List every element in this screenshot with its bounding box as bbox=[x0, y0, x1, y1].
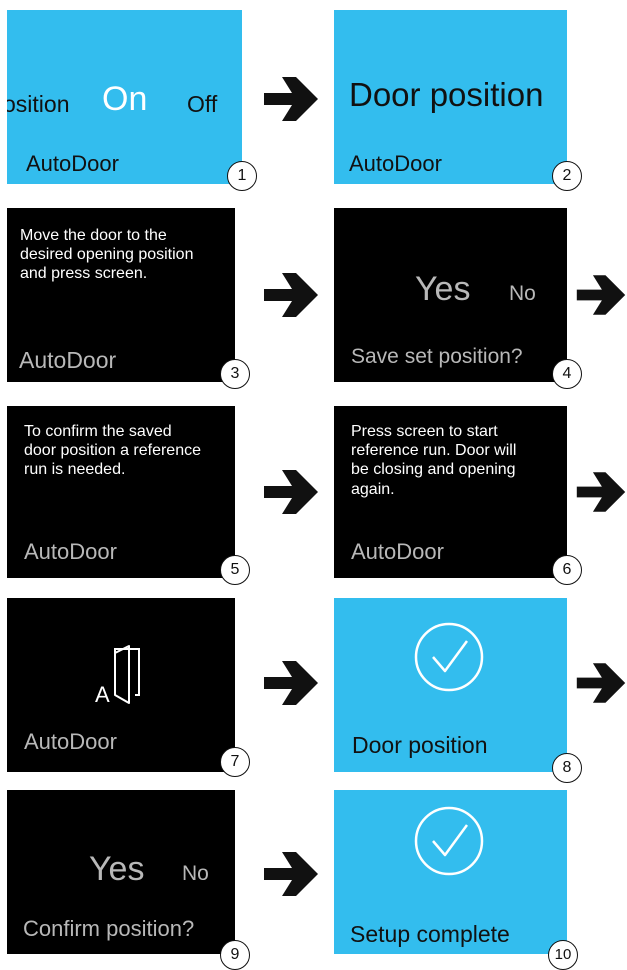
arrow-right-icon bbox=[264, 77, 318, 121]
screen-title: Door position bbox=[349, 76, 544, 113]
door-icon bbox=[114, 645, 140, 704]
arrow-right-icon bbox=[264, 470, 318, 514]
arrow-right-icon bbox=[264, 661, 318, 705]
screen-title: Door position bbox=[352, 732, 488, 758]
screen-4-save-position[interactable]: Yes No Save set position? bbox=[334, 208, 567, 382]
no-option[interactable]: No bbox=[182, 863, 209, 884]
step-number-badge: 1 bbox=[227, 161, 257, 191]
no-option[interactable]: No bbox=[509, 283, 536, 304]
app-label: AutoDoor bbox=[24, 539, 117, 564]
screen-3-move-door[interactable]: Move the door to the desired opening pos… bbox=[7, 208, 235, 382]
prompt-text: Save set position? bbox=[351, 345, 523, 368]
step-number-badge: 10 bbox=[548, 940, 578, 970]
step-number-badge: 2 bbox=[552, 161, 582, 191]
app-label: AutoDoor bbox=[349, 151, 442, 176]
step-number-badge: 6 bbox=[552, 555, 582, 585]
instruction-text: Move the door to the desired opening pos… bbox=[20, 227, 194, 283]
checkmark-circle-icon bbox=[414, 622, 484, 692]
checkmark-circle-icon bbox=[414, 806, 484, 876]
app-label: AutoDoor bbox=[24, 729, 117, 754]
step-number-badge: 8 bbox=[552, 753, 582, 783]
screen-title: Setup complete bbox=[350, 921, 510, 947]
step-number-badge: 5 bbox=[220, 555, 250, 585]
screen-2-door-position[interactable]: Door position AutoDoor bbox=[334, 10, 567, 184]
step-number-badge: 9 bbox=[220, 940, 250, 970]
app-label: AutoDoor bbox=[351, 539, 444, 564]
yes-option[interactable]: Yes bbox=[89, 852, 144, 886]
screen-1-toggle[interactable]: osition On Off AutoDoor bbox=[7, 10, 242, 184]
off-option[interactable]: Off bbox=[187, 93, 217, 116]
menu-item-partial-label: osition bbox=[7, 91, 70, 117]
on-option[interactable]: On bbox=[102, 82, 147, 116]
screen-10-setup-complete: Setup complete bbox=[334, 790, 567, 954]
app-label: AutoDoor bbox=[26, 151, 119, 176]
arrow-right-icon bbox=[264, 273, 318, 317]
arrow-right-icon bbox=[576, 472, 626, 512]
arrow-right-icon bbox=[576, 275, 626, 315]
app-label: AutoDoor bbox=[19, 347, 117, 373]
info-text: To confirm the saved door position a ref… bbox=[24, 423, 201, 479]
screen-9-confirm-position[interactable]: Yes No Confirm position? bbox=[7, 790, 235, 954]
screen-7-reference-run: A AutoDoor bbox=[7, 598, 235, 772]
step-number-badge: 4 bbox=[552, 359, 582, 389]
info-text: Press screen to start reference run. Doo… bbox=[351, 423, 517, 498]
arrow-right-icon bbox=[264, 852, 318, 896]
prompt-text: Confirm position? bbox=[23, 916, 195, 941]
screen-6-start-reference[interactable]: Press screen to start reference run. Doo… bbox=[334, 406, 567, 578]
step-number-badge: 7 bbox=[220, 747, 250, 777]
screen-5-reference-needed[interactable]: To confirm the saved door position a ref… bbox=[7, 406, 235, 578]
arrow-right-icon bbox=[576, 663, 626, 703]
screen-8-position-saved: Door position bbox=[334, 598, 567, 772]
yes-option[interactable]: Yes bbox=[415, 272, 470, 306]
step-number-badge: 3 bbox=[220, 359, 250, 389]
